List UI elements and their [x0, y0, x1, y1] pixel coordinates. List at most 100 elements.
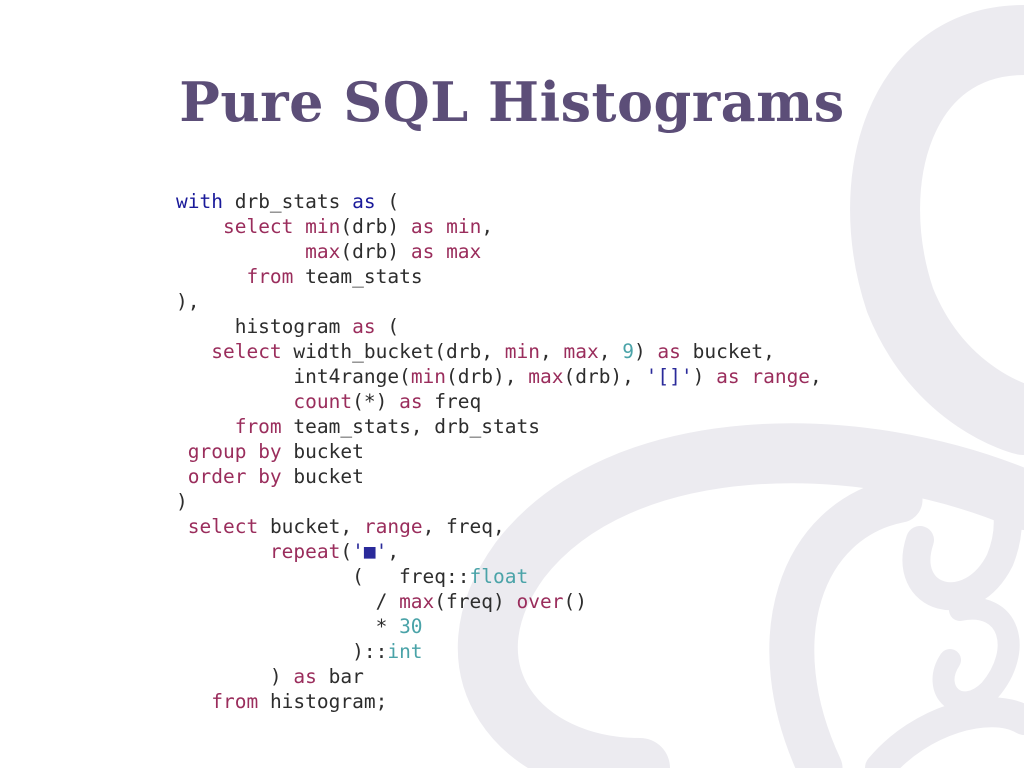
code-token: team_stats	[293, 265, 423, 288]
code-line: histogram as (	[176, 314, 822, 339]
code-line: from team_stats, drb_stats	[176, 414, 822, 439]
code-token: int	[387, 640, 423, 663]
code-line: repeat('■',	[176, 539, 822, 564]
code-line: with drb_stats as (	[176, 189, 822, 214]
code-line: int4range(min(drb), max(drb), '[]') as r…	[176, 364, 822, 389]
code-token: (drb),	[446, 365, 529, 388]
code-token: range	[363, 515, 423, 538]
code-line: select min(drb) as min,	[176, 214, 822, 239]
code-token: from	[211, 690, 259, 713]
code-token: count	[293, 390, 353, 413]
code-token: histogram;	[258, 690, 388, 713]
code-token: as	[352, 315, 376, 338]
code-line: ) as bar	[176, 664, 822, 689]
code-token: repeat	[269, 540, 341, 563]
slide-title: Pure SQL Histograms	[179, 70, 845, 134]
code-token: ,	[387, 540, 400, 563]
code-token: ,	[539, 340, 564, 363]
code-token: as	[399, 390, 423, 413]
code-token: as	[352, 190, 376, 213]
code-token: (*)	[352, 390, 400, 413]
code-token: (	[375, 190, 400, 213]
code-line: count(*) as freq	[176, 389, 822, 414]
code-token: histogram	[176, 315, 353, 338]
code-line: )	[176, 489, 822, 514]
code-token: min	[305, 215, 341, 238]
code-token: )	[692, 365, 717, 388]
code-token: order by	[187, 465, 282, 488]
code-token: range	[751, 365, 811, 388]
code-token: from	[234, 415, 282, 438]
code-token: *	[176, 615, 400, 638]
code-token: max	[305, 240, 341, 263]
code-token: ()	[563, 590, 587, 613]
code-token: bucket,	[258, 515, 364, 538]
code-token: min	[410, 365, 447, 388]
code-line: from histogram;	[176, 689, 822, 714]
code-token: group by	[187, 440, 282, 463]
code-token: select	[187, 515, 259, 538]
code-token: 9	[622, 340, 634, 363]
code-token: team_stats, drb_stats	[281, 415, 540, 438]
code-token: ,	[810, 365, 822, 388]
code-token: ),	[176, 290, 200, 313]
code-token: '■'	[352, 540, 388, 563]
code-line: from team_stats	[176, 264, 822, 289]
code-line: group by bucket	[176, 439, 822, 464]
code-token: , freq,	[422, 515, 505, 538]
code-token: bucket	[281, 440, 364, 463]
code-token: max	[563, 340, 599, 363]
code-token: bucket	[281, 465, 364, 488]
code-token: )	[176, 665, 294, 688]
code-line: * 30	[176, 614, 822, 639]
code-token: drb_stats	[222, 190, 353, 213]
code-token: select	[211, 340, 282, 363]
code-token: max	[399, 590, 435, 613]
code-token: /	[176, 590, 400, 613]
code-line: ( freq::float	[176, 564, 822, 589]
code-line: max(drb) as max	[176, 239, 822, 264]
code-token: (drb),	[563, 365, 646, 388]
code-token: int4range(	[176, 365, 411, 388]
code-token: max	[528, 365, 564, 388]
code-token: ( freq::	[176, 565, 470, 588]
code-line: select width_bucket(drb, min, max, 9) as…	[176, 339, 822, 364]
code-token: )	[633, 340, 658, 363]
code-token: bucket,	[680, 340, 775, 363]
code-token: min	[504, 340, 540, 363]
sql-code-block: with drb_stats as ( select min(drb) as m…	[176, 189, 822, 714]
code-line: / max(freq) over()	[176, 589, 822, 614]
code-token: freq	[422, 390, 482, 413]
code-line: order by bucket	[176, 464, 822, 489]
code-token: ,	[598, 340, 623, 363]
code-token: as	[657, 340, 681, 363]
code-token: as	[410, 215, 435, 238]
code-token: ,	[481, 215, 494, 238]
code-token: (	[375, 315, 400, 338]
code-token: as	[716, 365, 740, 388]
code-token: )::	[176, 640, 388, 663]
code-token: min	[446, 215, 482, 238]
code-token: as	[293, 665, 317, 688]
code-token: bar	[316, 665, 364, 688]
code-token: float	[469, 565, 529, 588]
code-token: (freq)	[434, 590, 517, 613]
code-line: select bucket, range, freq,	[176, 514, 822, 539]
code-token: width_bucket(drb,	[281, 340, 505, 363]
code-token: (	[340, 540, 353, 563]
